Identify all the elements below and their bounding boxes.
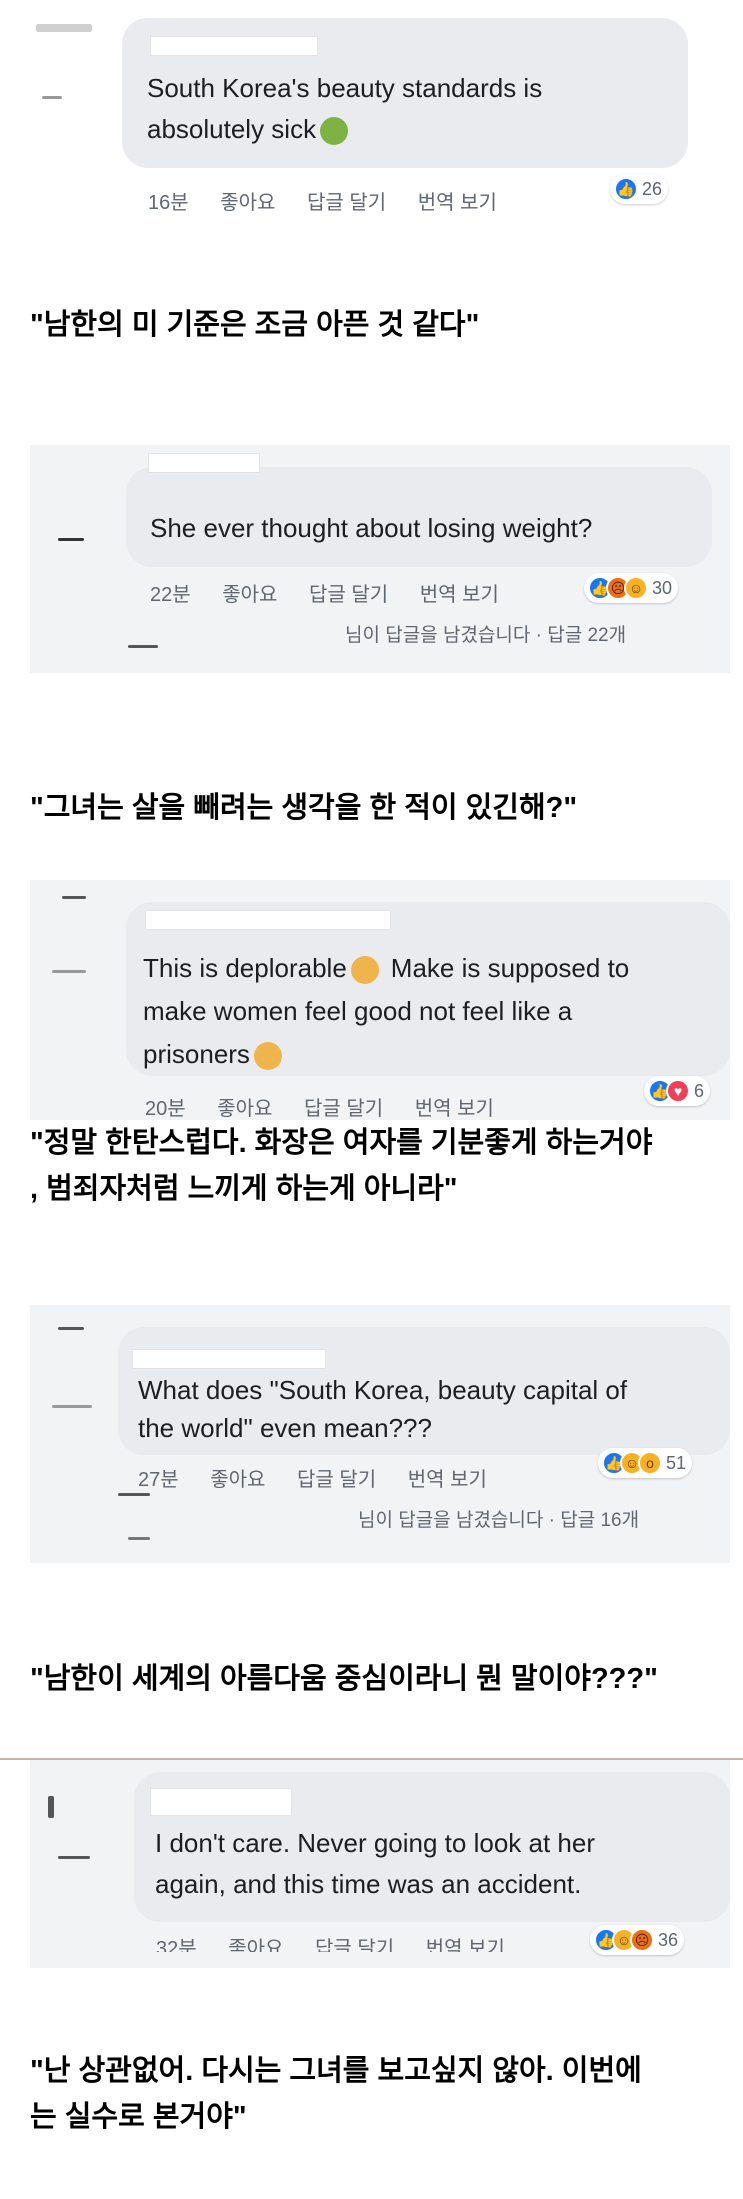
comment-line: absolutely sick [147, 114, 317, 144]
translation-line: , 범죄자처럼 느끼게 하는게 아니라" [30, 1173, 458, 1205]
comment-line: make women feel good not feel like a [143, 996, 573, 1026]
reaction-summary[interactable]: 👍 ☹ ☺ 30 [584, 573, 679, 603]
translate-link[interactable]: 번역 보기 [415, 1092, 494, 1121]
avatar [52, 970, 86, 973]
reply-link[interactable]: 답글 달기 [309, 578, 388, 607]
wow-reaction-icon: o [638, 1451, 662, 1475]
comment-actions: 20분 좋아요 답글 달기 번역 보기 [145, 1092, 520, 1121]
replies-link[interactable]: 님이 답글을 남겼습니다 · 답글 16개 [358, 1505, 639, 1532]
reaction-count: 51 [666, 1452, 687, 1473]
like-link[interactable]: 좋아요 [210, 1463, 265, 1492]
redacted-author-name [150, 1788, 292, 1816]
reply-avatar [128, 1537, 150, 1540]
comment-line: the world" even mean??? [138, 1413, 432, 1443]
avatar [42, 96, 62, 99]
comment-time[interactable]: 16분 [148, 186, 189, 215]
comment-time[interactable]: 22분 [150, 578, 191, 607]
reaction-count: 26 [642, 178, 663, 199]
replies-link[interactable]: 님이 답글을 남겼습니다 · 답글 22개 [345, 620, 626, 647]
translation-caption: "정말 한탄스럽다. 화장은 여자를 기분좋게 하는거야 , 범죄자처럼 느끼게… [30, 1120, 652, 1212]
angry-reaction-icon: ☹ [630, 1928, 654, 1952]
comment-line: I don't care. Never going to look at her [155, 1828, 595, 1858]
like-link[interactable]: 좋아요 [217, 1092, 272, 1121]
translation-caption: "그녀는 살을 빼려는 생각을 한 적이 있긴해?" [30, 792, 578, 824]
avatar [52, 1405, 92, 1408]
avatar [58, 1327, 84, 1330]
translate-link[interactable]: 번역 보기 [420, 578, 499, 607]
avatar [58, 538, 84, 541]
translation-caption: "난 상관없어. 다시는 그녀를 보고싶지 않아. 이번에 는 실수로 본거야" [30, 2048, 642, 2140]
translation-line: 는 실수로 본거야" [30, 2101, 247, 2133]
redacted-author-name [148, 453, 260, 473]
avatar [62, 896, 86, 899]
comment-text: She ever thought about losing weight? [150, 508, 592, 549]
woman-facepalming-emoji [350, 956, 379, 985]
avatar [36, 24, 92, 32]
comment-text: I don't care. Never going to look at her… [155, 1823, 595, 1905]
comment-line: Make is supposed to [390, 953, 630, 983]
translation-caption: "남한의 미 기준은 조금 아픈 것 같다" [30, 309, 480, 341]
like-reaction-icon: 👍 [614, 177, 638, 201]
redacted-author-name [145, 910, 391, 930]
reaction-count: 30 [652, 577, 673, 598]
reaction-summary[interactable]: 👍 ☺ ☹ 36 [590, 1925, 685, 1955]
comment-time[interactable]: 27분 [138, 1463, 179, 1492]
comment-block-4: What does "South Korea, beauty capital o… [0, 1305, 743, 1563]
reply-avatar [128, 645, 158, 648]
comment-block-2: She ever thought about losing weight? 22… [0, 445, 743, 673]
reply-link[interactable]: 답글 달기 [307, 186, 386, 215]
comment-text: South Korea's beauty standards is absolu… [147, 68, 542, 150]
haha-reaction-icon: ☺ [624, 576, 648, 600]
comment-line: This is deplorable [143, 953, 347, 983]
translation-caption: "남한이 세계의 아름다움 중심이라니 뭔 말이야???" [30, 1663, 658, 1695]
comment-actions: 32분 좋아요 답글 달기 번역 보기 [156, 1936, 531, 1952]
translate-link[interactable]: 번역 보기 [426, 1936, 505, 1952]
comment-line: South Korea's beauty standards is [147, 73, 543, 103]
comment-line: prisoners [143, 1039, 250, 1069]
love-reaction-icon: ♥ [666, 1079, 690, 1103]
comment-text: This is deplorable Make is supposed to ma… [143, 947, 629, 1076]
avatar [58, 1856, 90, 1859]
comment-block-5: I don't care. Never going to look at her… [0, 1760, 743, 1968]
like-link[interactable]: 좋아요 [220, 186, 275, 215]
comment-block-3: This is deplorable Make is supposed to ma… [0, 880, 743, 1120]
reply-link[interactable]: 답글 달기 [315, 1936, 394, 1952]
comment-time[interactable]: 32분 [156, 1936, 197, 1952]
reaction-summary[interactable]: 👍 ♥ 6 [644, 1076, 711, 1106]
comment-line: again, and this time was an accident. [155, 1869, 582, 1899]
comment-line: She ever thought about losing weight? [150, 513, 593, 543]
comment-time[interactable]: 20분 [145, 1092, 186, 1121]
translate-link[interactable]: 번역 보기 [408, 1463, 487, 1492]
translation-line: "난 상관없어. 다시는 그녀를 보고싶지 않아. 이번에 [30, 2055, 642, 2087]
reaction-summary[interactable]: 👍 26 [610, 174, 669, 204]
redacted-author-name [150, 36, 318, 56]
reply-avatar [118, 1493, 150, 1496]
comment-block-1: South Korea's beauty standards is absolu… [0, 0, 743, 230]
comment-line: What does "South Korea, beauty capital o… [138, 1375, 628, 1405]
comment-text: What does "South Korea, beauty capital o… [138, 1371, 627, 1447]
comment-actions: 16분 좋아요 답글 달기 번역 보기 [148, 186, 523, 215]
reaction-count: 36 [658, 1929, 679, 1950]
like-link[interactable]: 좋아요 [222, 578, 277, 607]
reaction-count: 6 [694, 1080, 705, 1101]
nauseated-face-emoji [320, 117, 349, 146]
like-link[interactable]: 좋아요 [228, 1936, 283, 1952]
reaction-summary[interactable]: 👍 ☺ o 51 [598, 1448, 693, 1478]
woman-facepalming-emoji [253, 1042, 282, 1071]
avatar [48, 1796, 54, 1818]
reply-link[interactable]: 답글 달기 [297, 1463, 376, 1492]
comment-actions: 22분 좋아요 답글 달기 번역 보기 [150, 578, 525, 607]
translate-link[interactable]: 번역 보기 [418, 186, 497, 215]
comment-actions: 27분 좋아요 답글 달기 번역 보기 [138, 1463, 513, 1492]
redacted-author-name [132, 1349, 326, 1369]
reply-link[interactable]: 답글 달기 [304, 1092, 383, 1121]
translation-line: "정말 한탄스럽다. 화장은 여자를 기분좋게 하는거야 [30, 1127, 653, 1159]
